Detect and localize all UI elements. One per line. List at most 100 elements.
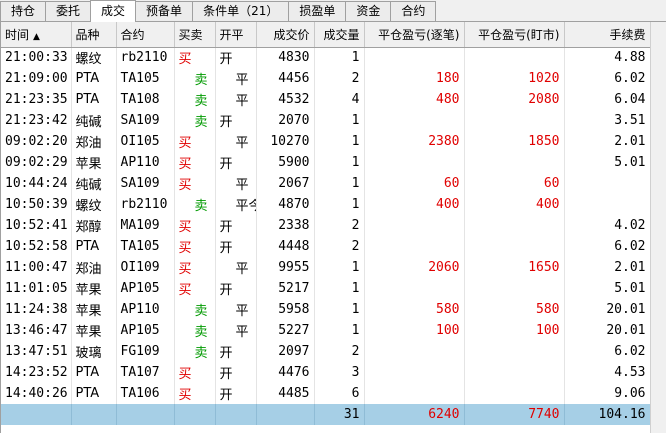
cell-contract: rb2110 [116, 47, 175, 68]
vertical-scrollbar[interactable] [650, 22, 666, 433]
table-row[interactable]: 14:40:26 PTA TA106 买 开 4485 6 9.06 [1, 383, 650, 404]
total-empty-cell [1, 404, 72, 425]
cell-offset: 开 [215, 383, 257, 404]
side-label: 买 [178, 241, 192, 256]
col-header-time[interactable]: 时间 ▲ [1, 22, 72, 48]
total-empty-cell [71, 404, 117, 425]
cell-side: 卖 [174, 299, 216, 320]
cell-contract: TA108 [116, 89, 175, 110]
side-label: 卖 [194, 346, 208, 361]
tab-6[interactable]: 资金 [345, 1, 392, 21]
cell-pnl-mtm [464, 152, 565, 173]
cell-qty: 1 [314, 173, 365, 194]
table-row[interactable]: 09:02:29 苹果 AP110 买 开 5900 1 5.01 [1, 152, 650, 173]
table-row[interactable]: 13:47:51 玻璃 FG109 卖开 2097 2 6.02 [1, 341, 650, 362]
table-row[interactable]: 13:46:47 苹果 AP105 卖平 5227 1 100 100 20.01 [1, 320, 650, 341]
cell-time: 21:09:00 [1, 68, 72, 89]
cell-offset: 开 [215, 47, 257, 68]
cell-time: 09:02:20 [1, 131, 72, 152]
table-row[interactable]: 11:01:05 苹果 AP105 买 开 5217 1 5.01 [1, 278, 650, 299]
cell-time: 21:23:35 [1, 89, 72, 110]
cell-side: 买 [174, 257, 216, 278]
cell-pnl-mtm: 1020 [464, 68, 565, 89]
table-row[interactable]: 21:23:42 纯碱 SA109 卖开 2070 1 3.51 [1, 110, 650, 131]
total-empty-cell [174, 404, 216, 425]
cell-product: 郑油 [71, 257, 117, 278]
cell-time: 21:23:42 [1, 110, 72, 131]
cell-fee: 5.01 [564, 278, 650, 299]
col-header-offset[interactable]: 开平 [215, 22, 257, 48]
total-pnl-mtm: 7740 [464, 404, 565, 425]
cell-side: 买 [174, 383, 216, 404]
cell-pnl-trade: 180 [364, 68, 465, 89]
cell-price: 2067 [256, 173, 315, 194]
cell-pnl-trade: 2380 [364, 131, 465, 152]
side-label: 买 [178, 178, 192, 193]
cell-side: 买 [174, 236, 216, 257]
cell-pnl-trade: 400 [364, 194, 465, 215]
cell-time: 09:02:29 [1, 152, 72, 173]
cell-time: 13:47:51 [1, 341, 72, 362]
cell-product: PTA [71, 383, 117, 404]
tab-3[interactable]: 预备单 [135, 1, 194, 21]
col-header-fee[interactable]: 手续费 [564, 22, 650, 48]
cell-fee: 6.04 [564, 89, 650, 110]
table-row[interactable]: 21:09:00 PTA TA105 卖 平 4456 2 180 1020 6.02 [1, 68, 650, 89]
cell-pnl-trade [364, 110, 465, 131]
offset-label: 开 [219, 115, 233, 130]
cell-contract: rb2110 [116, 194, 175, 215]
cell-offset: 开 [215, 236, 257, 257]
col-header-pnl-trade[interactable]: 平仓盈亏(逐笔) [364, 22, 465, 48]
table-row[interactable]: 10:52:41 郑醇 MA109 买 开 2338 2 4.02 [1, 215, 650, 236]
table-row[interactable]: 11:00:47 郑油 OI109 买 平 9955 1 2060 1650 2.01 [1, 257, 650, 278]
table-row[interactable]: 09:02:20 郑油 OI105 买 平 10270 1 2380 1850 2.01 [1, 131, 650, 152]
table-row[interactable]: 10:50:39螺纹rb2110卖平今48701400400 [1, 194, 650, 215]
cell-product: 苹果 [71, 152, 117, 173]
offset-label: 平 [235, 94, 249, 109]
cell-pnl-mtm: 60 [464, 173, 565, 194]
tab-0[interactable]: 持仓 [0, 1, 47, 21]
table-row[interactable]: 21:23:35 PTA TA108 卖 平 4532 4 480 2080 6.04 [1, 89, 650, 110]
side-label: 买 [178, 136, 192, 151]
cell-offset: 平今 [215, 194, 257, 215]
cell-pnl-trade: 2060 [364, 257, 465, 278]
tab-4[interactable]: 条件单（21） [192, 1, 290, 21]
col-header-product[interactable]: 品种 [71, 22, 117, 48]
cell-qty: 1 [314, 110, 365, 131]
cell-pnl-mtm: 100 [464, 320, 565, 341]
tab-bar: 持仓 委托 成交 预备单 条件单（21） 损盈单 资金 合约 [0, 0, 666, 22]
table-row[interactable]: 10:44:24 纯碱 SA109 买平 2067 1 60 60 [1, 173, 650, 194]
col-header-price[interactable]: 成交价 [256, 22, 315, 48]
table-row[interactable]: 21:00:33 螺纹 rb2110 买 开 4830 1 4.88 [1, 47, 650, 68]
tab-5[interactable]: 损盈单 [288, 1, 347, 21]
col-header-qty[interactable]: 成交量 [314, 22, 365, 48]
col-header-side[interactable]: 买卖 [174, 22, 216, 48]
cell-pnl-mtm: 1650 [464, 257, 565, 278]
cell-qty: 1 [314, 47, 365, 68]
col-header-pnl-mtm[interactable]: 平仓盈亏(盯市) [464, 22, 565, 48]
table-row[interactable]: 10:52:58 PTA TA105 买 开 4448 2 6.02 [1, 236, 650, 257]
trades-grid[interactable]: 时间 ▲ 品种 合约 买卖 开平 成交价 成交量 平仓盈亏(逐笔) 平仓盈亏(盯市… [0, 22, 650, 433]
tab-1[interactable]: 委托 [45, 1, 92, 21]
table-row[interactable]: 14:23:52 PTA TA107 买 开 4476 3 4.53 [1, 362, 650, 383]
cell-fee: 20.01 [564, 299, 650, 320]
table-row[interactable]: 11:24:38 苹果 AP110 卖平 5958 1 580 580 20.01 [1, 299, 650, 320]
cell-side: 买 [174, 47, 216, 68]
tab-7[interactable]: 合约 [390, 1, 437, 21]
col-header-contract[interactable]: 合约 [116, 22, 175, 48]
cell-pnl-trade [364, 362, 465, 383]
offset-label: 平 [235, 136, 249, 151]
cell-price: 4870 [256, 194, 315, 215]
tab-2[interactable]: 成交 [90, 0, 137, 22]
cell-pnl-trade [364, 383, 465, 404]
cell-price: 4532 [256, 89, 315, 110]
cell-fee: 2.01 [564, 131, 650, 152]
cell-fee: 5.01 [564, 152, 650, 173]
cell-product: PTA [71, 89, 117, 110]
cell-offset: 平 [215, 131, 257, 152]
cell-fee: 6.02 [564, 341, 650, 362]
offset-label: 平 [235, 325, 249, 340]
side-label: 买 [178, 283, 192, 298]
cell-price: 9955 [256, 257, 315, 278]
cell-pnl-mtm: 580 [464, 299, 565, 320]
